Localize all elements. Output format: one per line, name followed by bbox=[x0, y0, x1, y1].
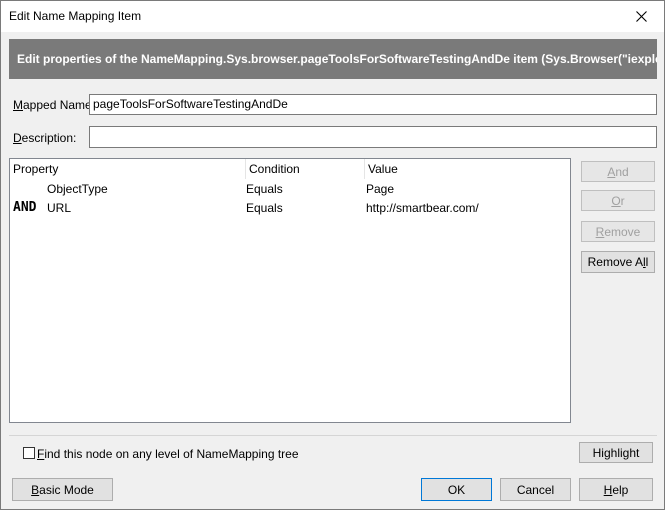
basic-mode-button-post: asic Mode bbox=[39, 482, 94, 497]
title-bar: Edit Name Mapping Item bbox=[1, 1, 664, 32]
basic-mode-button[interactable]: Basic Mode bbox=[12, 478, 113, 501]
highlight-button[interactable]: Highlight bbox=[579, 442, 653, 463]
edit-name-mapping-dialog: Edit Name Mapping Item Edit properties o… bbox=[0, 0, 665, 510]
find-any-level-checkbox[interactable] bbox=[23, 447, 35, 459]
mapped-name-label-post: apped Name: bbox=[23, 98, 96, 112]
grid-header: Property Condition Value bbox=[10, 159, 570, 179]
remove-button-rest: emove bbox=[604, 224, 641, 239]
highlight-button-key: g bbox=[603, 445, 611, 460]
row-property[interactable]: URL bbox=[47, 198, 71, 218]
ok-button[interactable]: OK bbox=[421, 478, 492, 501]
or-button-rest: r bbox=[620, 193, 625, 208]
remove-all-button[interactable]: Remove All bbox=[581, 251, 655, 273]
description-label-post: escription: bbox=[21, 131, 77, 145]
mapped-name-label: Mapped Name: bbox=[13, 98, 95, 112]
row-value[interactable]: Page bbox=[366, 179, 394, 199]
description-label: Description: bbox=[13, 131, 76, 145]
table-row[interactable]: AND URL Equals http://smartbear.com/ bbox=[10, 198, 570, 218]
row-value[interactable]: http://smartbear.com/ bbox=[366, 198, 479, 218]
description-input[interactable] bbox=[89, 126, 657, 148]
remove-all-button-post: l bbox=[645, 255, 649, 269]
table-row[interactable]: ObjectType Equals Page bbox=[10, 179, 570, 199]
mapped-name-label-key: M bbox=[13, 98, 23, 112]
row-condition[interactable]: Equals bbox=[246, 198, 283, 218]
highlight-button-post: hlight bbox=[610, 445, 640, 460]
row-condition[interactable]: Equals bbox=[246, 179, 283, 199]
mapped-name-input[interactable]: pageToolsForSoftwareTestingAndDe bbox=[89, 94, 657, 115]
or-button-key: O bbox=[611, 193, 621, 208]
find-any-level-label[interactable]: Find this node on any level of NameMappi… bbox=[37, 447, 299, 461]
or-button[interactable]: Or bbox=[581, 190, 655, 211]
header-banner: Edit properties of the NameMapping.Sys.b… bbox=[9, 39, 657, 79]
close-icon bbox=[635, 11, 647, 22]
remove-all-button-pre: Remove A bbox=[587, 255, 643, 269]
highlight-button-pre: Hi bbox=[592, 445, 604, 460]
remove-button[interactable]: Remove bbox=[581, 221, 655, 242]
row-property[interactable]: ObjectType bbox=[47, 179, 108, 199]
row-operator: AND bbox=[13, 200, 37, 215]
basic-mode-button-key: B bbox=[31, 482, 40, 497]
remove-button-key: R bbox=[595, 224, 605, 239]
properties-grid[interactable]: Property Condition Value ObjectType Equa… bbox=[9, 158, 571, 423]
checkbox-label-post: ind this node on any level of NameMappin… bbox=[44, 447, 299, 461]
dialog-title: Edit Name Mapping Item bbox=[9, 9, 142, 23]
description-label-key: D bbox=[13, 131, 22, 145]
column-header-property[interactable]: Property bbox=[10, 159, 246, 179]
close-button[interactable] bbox=[618, 1, 664, 32]
column-header-condition[interactable]: Condition bbox=[246, 159, 365, 179]
separator bbox=[9, 435, 657, 436]
help-button[interactable]: Help bbox=[579, 478, 653, 501]
cancel-button[interactable]: Cancel bbox=[500, 478, 571, 501]
help-button-post: elp bbox=[612, 482, 629, 497]
column-header-value[interactable]: Value bbox=[365, 159, 570, 179]
and-button-rest: nd bbox=[615, 164, 629, 179]
and-button[interactable]: And bbox=[581, 161, 655, 182]
